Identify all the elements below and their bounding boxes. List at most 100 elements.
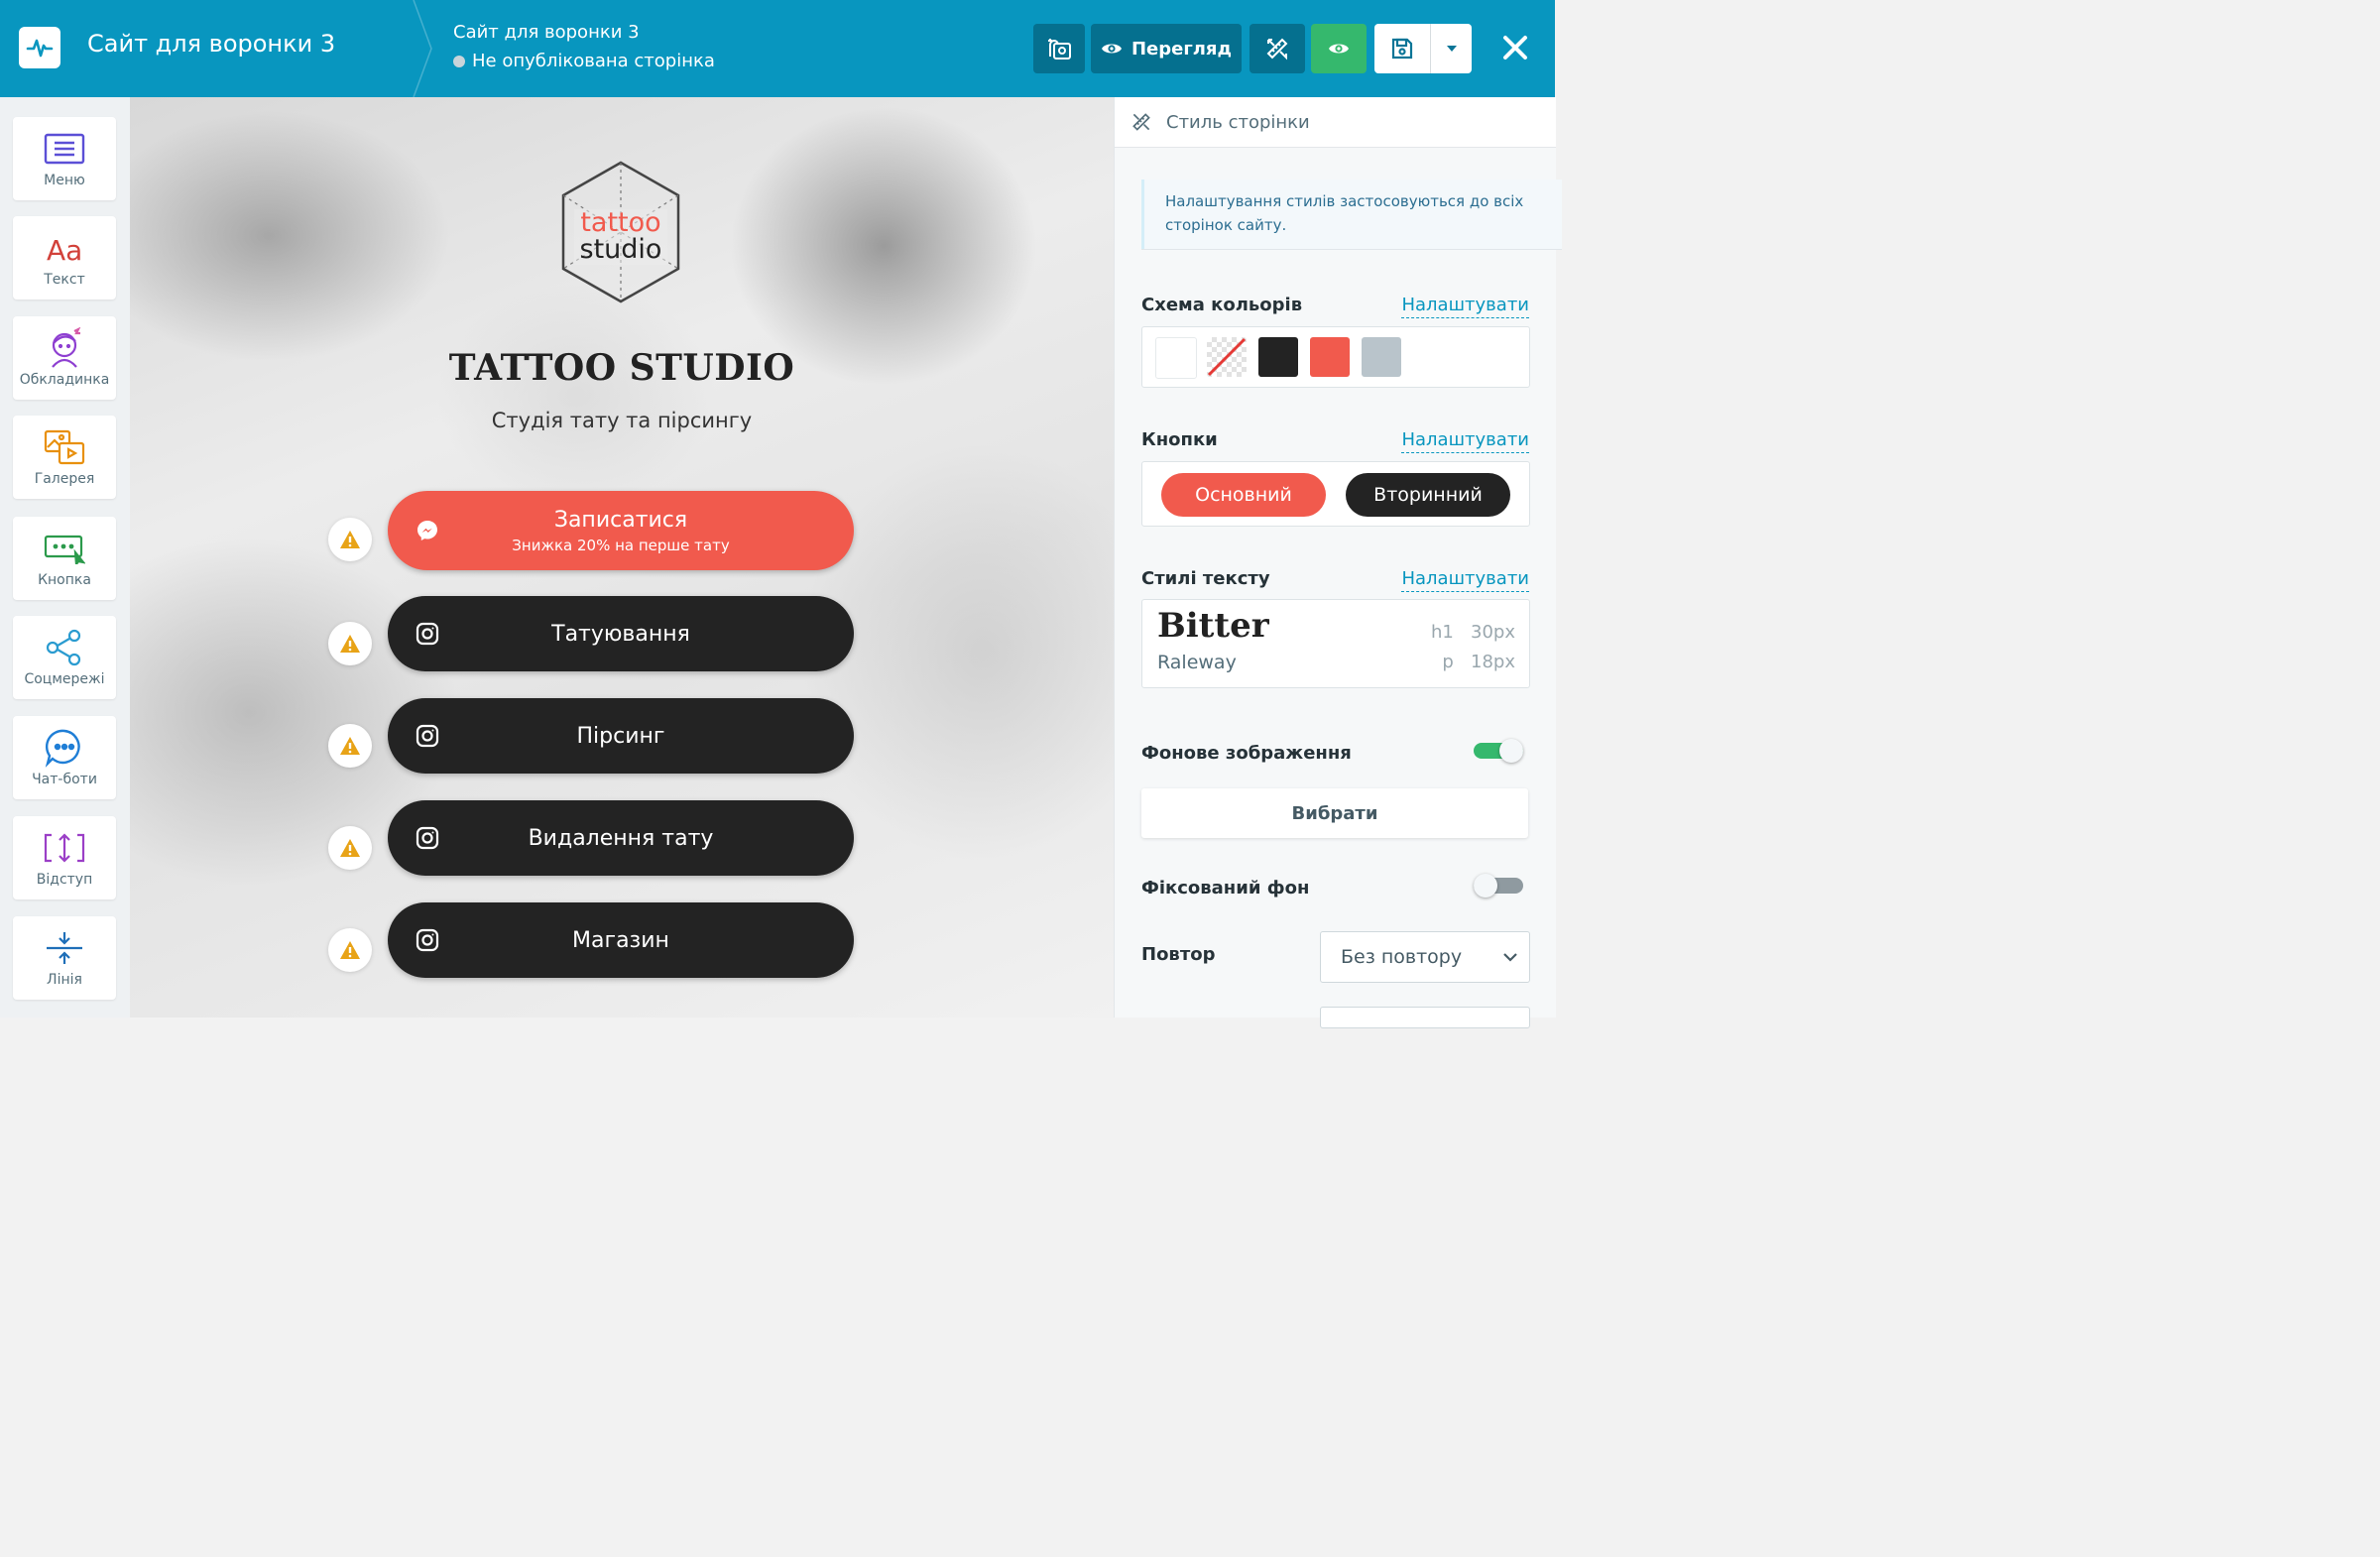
style-notice: Налаштування стилів застосовуються до вс… (1141, 180, 1562, 249)
eye-icon (1329, 44, 1349, 54)
caret-down-icon (1446, 46, 1457, 52)
page-canvas[interactable]: tattoo studio TATTOO STUDIO Студія тату … (130, 97, 1114, 1018)
color-swatch-red[interactable] (1310, 337, 1350, 377)
instagram-icon (416, 724, 439, 748)
status-dot (453, 55, 465, 67)
block-chatbots-label: Чат-боти (32, 772, 97, 787)
panel-title: Стиль сторінки (1166, 111, 1310, 133)
page-settings-button[interactable] (1033, 24, 1085, 73)
gallery-block-icon (44, 429, 85, 465)
toggle-knob (1474, 874, 1497, 898)
signup-button-sublabel: Знижка 20% на перше тату (512, 536, 730, 554)
warning-badge[interactable] (328, 518, 372, 561)
logo-line2: studio (580, 234, 662, 265)
instagram-icon (416, 928, 439, 952)
svg-text:Aa: Aa (47, 234, 82, 264)
fixed-bg-toggle[interactable] (1474, 874, 1523, 898)
choose-bg-image-button[interactable]: Вибрати (1141, 788, 1528, 838)
warning-icon (340, 737, 360, 755)
buttons-configure-link[interactable]: Налаштувати (1401, 429, 1529, 453)
color-swatch-grey[interactable] (1362, 337, 1401, 377)
color-swatch-white[interactable] (1155, 337, 1197, 379)
warning-icon (340, 531, 360, 548)
block-cover[interactable]: Обкладинка (13, 316, 116, 400)
instagram-icon (416, 622, 439, 646)
menu-block-icon (44, 133, 85, 165)
page-status: Не опублікована сторінка (453, 51, 715, 71)
transparent-slash-icon (1207, 337, 1247, 377)
h1-meta: h1 30px (1431, 622, 1515, 643)
p-tag: p (1442, 652, 1454, 672)
block-gallery-label: Галерея (34, 471, 95, 487)
buttons-card[interactable]: Основний Вторинний (1141, 461, 1530, 527)
signup-button[interactable]: Записатися Знижка 20% на перше тату (388, 491, 854, 570)
text-styles-card[interactable]: Bitter Raleway h1 30px p 18px (1141, 599, 1530, 688)
warning-badge[interactable] (328, 724, 372, 768)
eye-icon (1101, 44, 1122, 54)
social-block-icon (46, 629, 81, 666)
cover-block-icon (52, 327, 81, 368)
panel-body: Налаштування стилів застосовуються до вс… (1115, 148, 1562, 1028)
text-styles-configure-link[interactable]: Налаштувати (1401, 568, 1529, 592)
app-logo[interactable] (19, 27, 60, 68)
bg-image-toggle[interactable] (1474, 739, 1523, 763)
color-swatch-transparent[interactable] (1207, 337, 1247, 377)
toggle-knob (1499, 739, 1523, 763)
bg-image-label: Фонове зображення (1141, 743, 1352, 764)
h1-tag: h1 (1430, 622, 1454, 643)
color-scheme-label: Схема кольорів (1141, 295, 1303, 315)
warning-icon (340, 941, 360, 959)
spacing-block-icon (44, 833, 85, 863)
studio-subheading[interactable]: Студія тату та пірсингу (130, 409, 1114, 432)
chevron-down-icon (1503, 952, 1517, 962)
floppy-disk-icon (1391, 38, 1413, 60)
block-cover-label: Обкладинка (19, 372, 110, 388)
secondary-button-preview[interactable]: Вторинний (1346, 473, 1510, 517)
color-scheme-configure-link[interactable]: Налаштувати (1401, 295, 1529, 318)
preview-button[interactable]: Перегляд (1091, 24, 1242, 73)
color-swatch-dark[interactable] (1258, 337, 1298, 377)
studio-heading[interactable]: TATTOO STUDIO (130, 347, 1114, 389)
site-title[interactable]: Сайт для воронки 3 (87, 30, 335, 58)
warning-badge[interactable] (328, 826, 372, 870)
shop-button[interactable]: Магазин (388, 902, 854, 978)
block-spacing[interactable]: Відступ (13, 816, 116, 899)
block-text[interactable]: Aa Текст (13, 216, 116, 299)
tattoo-button[interactable]: Татуювання (388, 596, 854, 671)
warning-badge[interactable] (328, 622, 372, 665)
primary-button-preview[interactable]: Основний (1161, 473, 1326, 517)
page-settings-icon (1048, 39, 1071, 60)
block-chatbots[interactable]: Чат-боти (13, 716, 116, 799)
ruler-pencil-icon (1266, 38, 1288, 60)
block-social[interactable]: Соцмережі (13, 616, 116, 699)
close-icon (1503, 36, 1527, 60)
block-line[interactable]: Лінія (13, 916, 116, 1000)
page-title[interactable]: Сайт для воронки 3 (453, 22, 640, 43)
buttons-label: Кнопки (1141, 429, 1218, 450)
block-menu[interactable]: Меню (13, 117, 116, 200)
piercing-button[interactable]: Пірсинг (388, 698, 854, 774)
p-meta: p 18px (1442, 652, 1515, 672)
h1-size: 30px (1471, 622, 1515, 643)
warning-badge[interactable] (328, 928, 372, 972)
design-style-button[interactable] (1250, 24, 1305, 73)
repeat-select[interactable]: Без повтору (1320, 931, 1530, 983)
signup-button-label: Записатися (553, 507, 688, 533)
publish-preview-button[interactable] (1311, 24, 1367, 73)
close-button[interactable] (1495, 28, 1535, 67)
block-spacing-label: Відступ (36, 872, 93, 888)
save-button[interactable] (1374, 24, 1431, 73)
tattoo-button-label: Татуювання (551, 621, 690, 647)
color-scheme-card[interactable] (1141, 326, 1530, 388)
p-size: 18px (1471, 652, 1515, 672)
tattoo-studio-logo[interactable]: tattoo studio (558, 160, 683, 304)
block-button[interactable]: Кнопка (13, 517, 116, 600)
next-select-partial[interactable] (1320, 1007, 1530, 1028)
pulse-logo-icon (26, 39, 54, 58)
text-block-icon: Aa (47, 234, 82, 264)
block-gallery[interactable]: Галерея (13, 416, 116, 499)
save-options-dropdown[interactable] (1431, 24, 1472, 73)
tattoo-removal-button[interactable]: Видалення тату (388, 800, 854, 876)
instagram-icon (416, 826, 439, 850)
page-status-text: Не опублікована сторінка (472, 51, 715, 71)
